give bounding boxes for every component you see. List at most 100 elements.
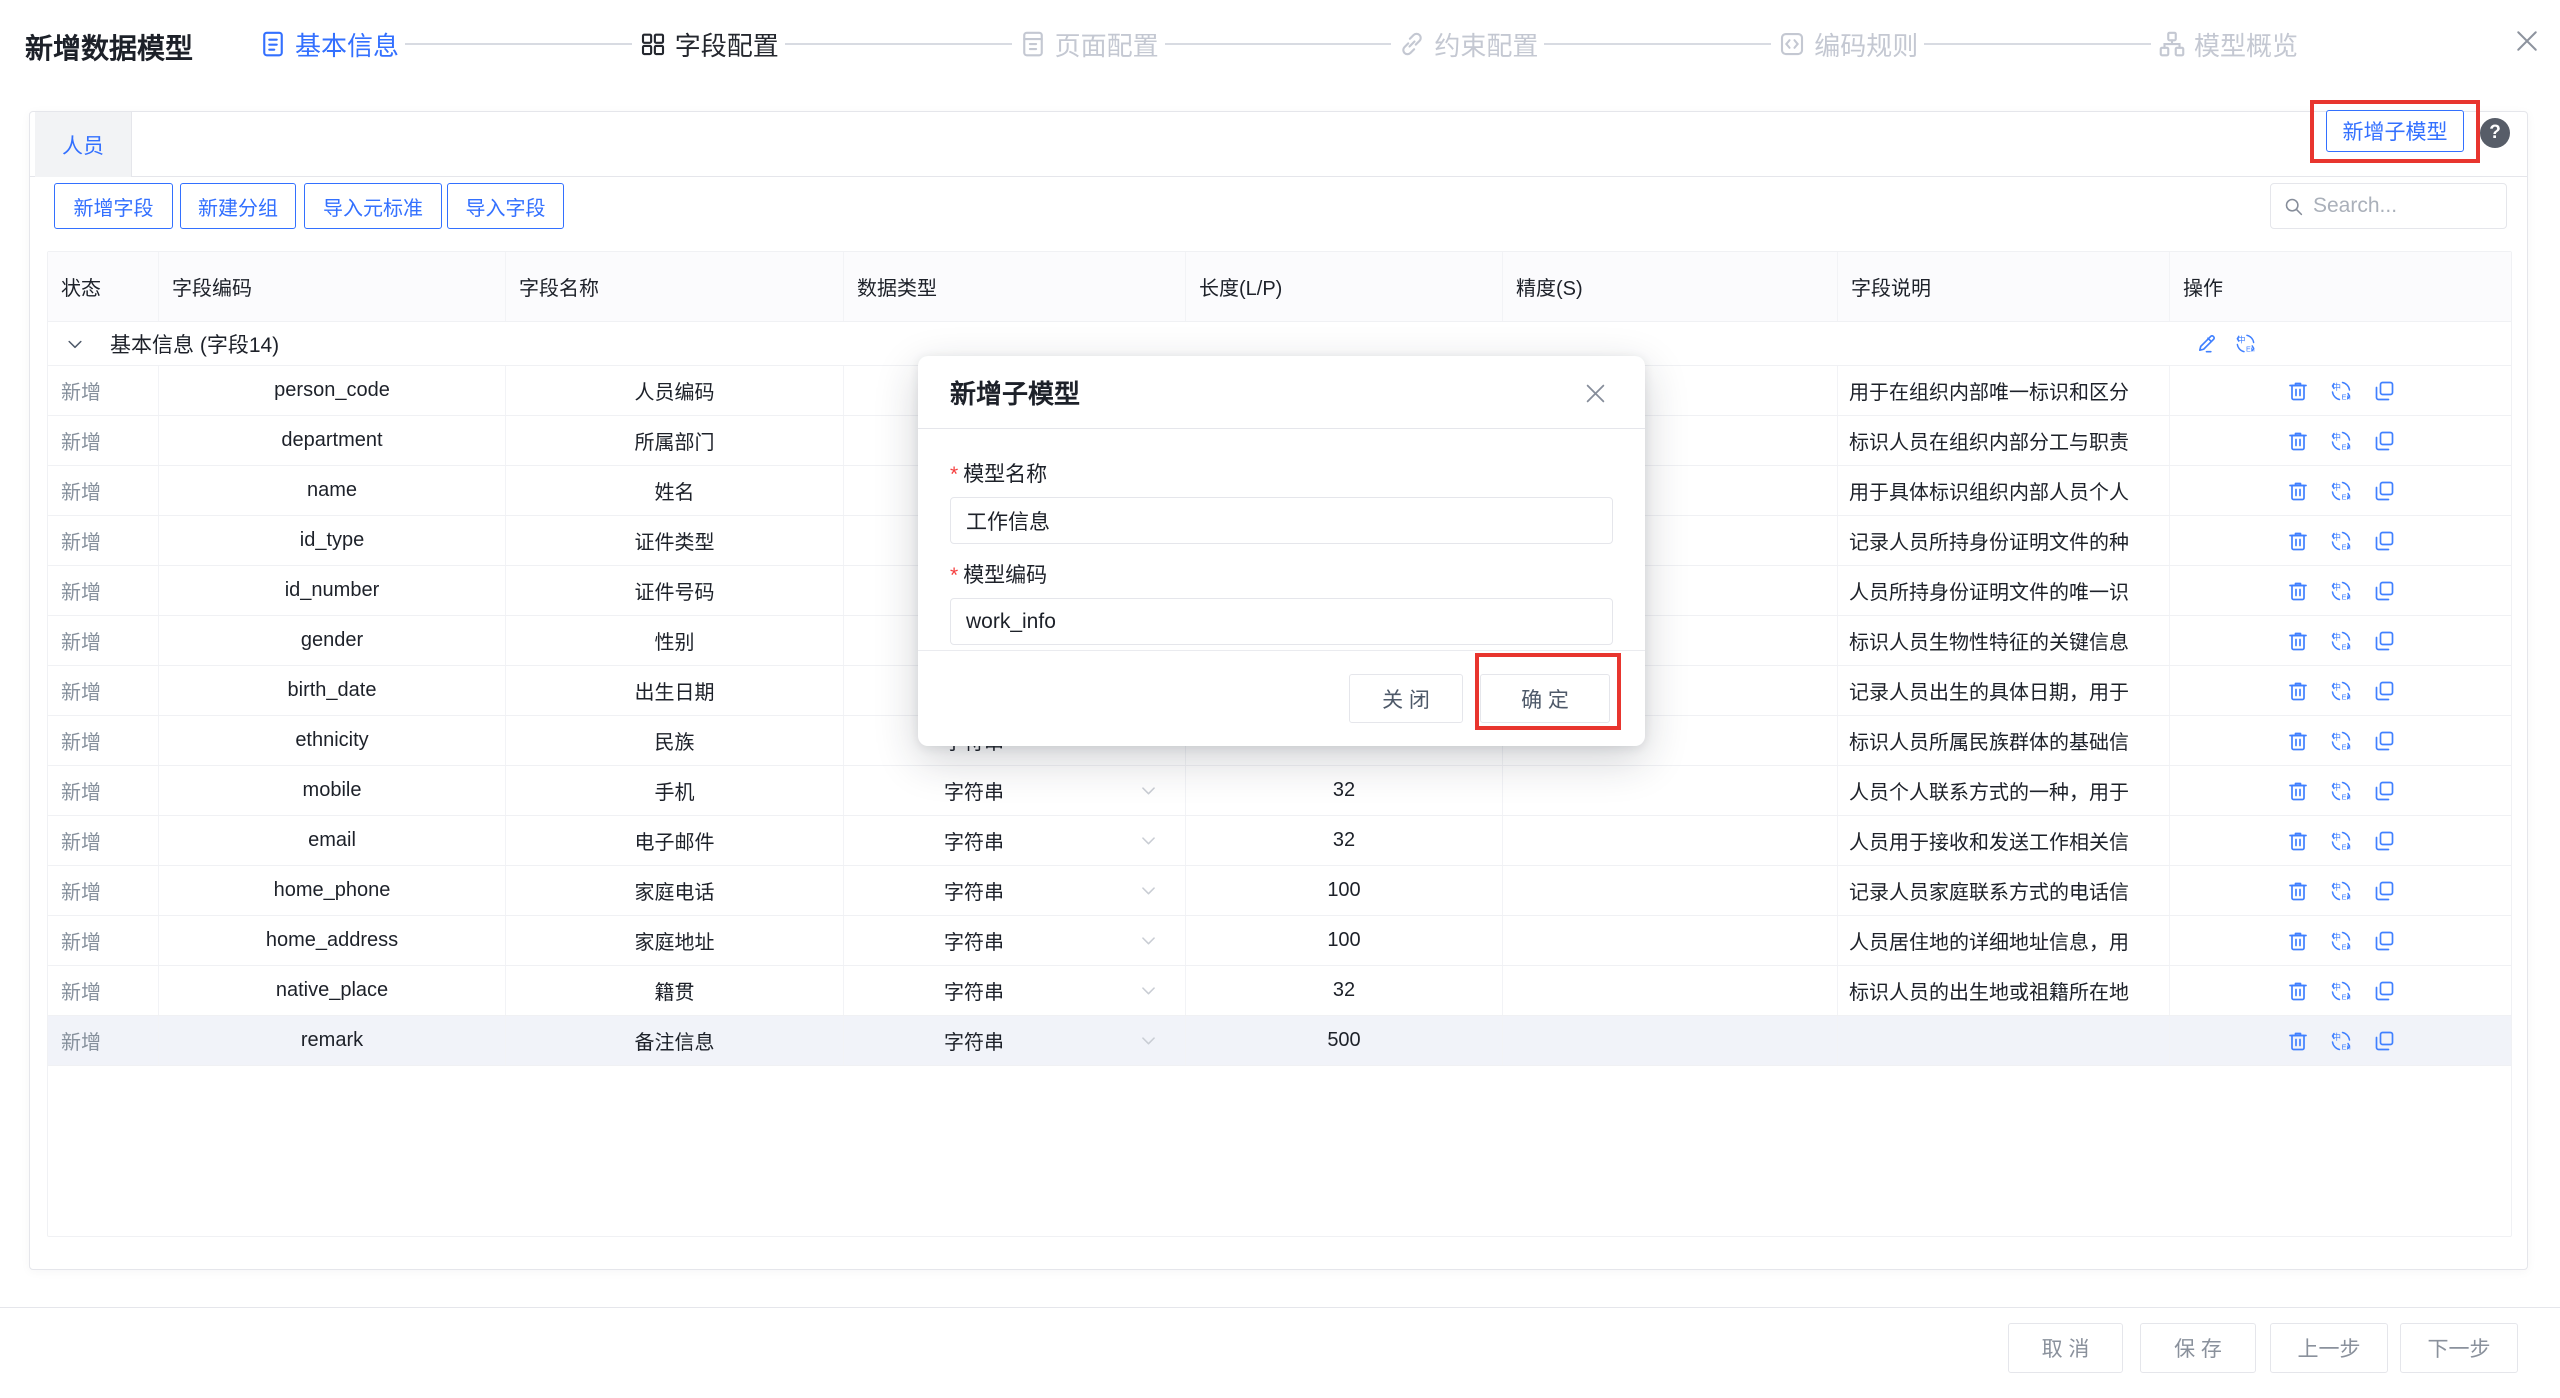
translate-icon[interactable]: 中En: [2329, 729, 2353, 753]
table-row[interactable]: 新增 home_address 家庭地址 字符串 100 人员居住地的详细地址信…: [48, 916, 2511, 966]
delete-icon[interactable]: [2286, 629, 2310, 653]
table-row[interactable]: 新增 native_place 籍贯 字符串 32 标识人员的出生地或祖籍所在地…: [48, 966, 2511, 1016]
copy-icon[interactable]: [2372, 479, 2396, 503]
translate-icon[interactable]: 中En: [2329, 829, 2353, 853]
data-type-cell: 字符串: [844, 1016, 1186, 1065]
data-type-select[interactable]: 字符串: [944, 1026, 1158, 1055]
step-4[interactable]: 约束配置: [1397, 26, 1538, 63]
tab-person[interactable]: 人员: [35, 112, 132, 177]
close-icon[interactable]: [2512, 26, 2542, 56]
copy-icon[interactable]: [2372, 829, 2396, 853]
status-cell: 新增: [48, 416, 159, 465]
copy-icon[interactable]: [2372, 529, 2396, 553]
modal-confirm-button[interactable]: 确 定: [1480, 674, 1610, 723]
page-title: 新增数据模型: [25, 27, 193, 67]
copy-icon[interactable]: [2372, 579, 2396, 603]
delete-icon[interactable]: [2286, 579, 2310, 603]
table-row[interactable]: 新增 remark 备注信息 字符串 500 中En: [48, 1016, 2511, 1066]
translate-icon[interactable]: 中En: [2329, 479, 2353, 503]
status-cell: 新增: [48, 1016, 159, 1065]
data-type-select[interactable]: 字符串: [944, 926, 1158, 955]
step-3[interactable]: 页面配置: [1018, 26, 1159, 63]
copy-icon[interactable]: [2372, 879, 2396, 903]
modal-close-icon[interactable]: [1582, 380, 1609, 407]
translate-icon[interactable]: 中En: [2329, 679, 2353, 703]
delete-icon[interactable]: [2286, 979, 2310, 1003]
field-name-cell: 姓名: [506, 466, 844, 515]
data-type-select[interactable]: 字符串: [944, 776, 1158, 805]
document-icon: [258, 29, 288, 59]
table-row[interactable]: 新增 email 电子邮件 字符串 32 人员用于接收和发送工作相关信 中En: [48, 816, 2511, 866]
model-name-label: *模型名称: [950, 458, 1613, 488]
delete-icon[interactable]: [2286, 529, 2310, 553]
data-type-cell: 字符串: [844, 766, 1186, 815]
field-desc-cell: 标识人员的出生地或祖籍所在地: [1838, 966, 2170, 1015]
translate-icon[interactable]: 中En: [2329, 929, 2353, 953]
status-cell: 新增: [48, 966, 159, 1015]
copy-icon[interactable]: [2372, 629, 2396, 653]
model-code-input[interactable]: [950, 598, 1613, 645]
model-name-input[interactable]: [950, 497, 1613, 544]
delete-icon[interactable]: [2286, 779, 2310, 803]
step-1[interactable]: 基本信息: [258, 26, 399, 63]
table-row[interactable]: 新增 home_phone 家庭电话 字符串 100 记录人员家庭联系方式的电话…: [48, 866, 2511, 916]
modal-close-button[interactable]: 关 闭: [1349, 674, 1463, 723]
copy-icon[interactable]: [2372, 929, 2396, 953]
copy-icon[interactable]: [2372, 779, 2396, 803]
delete-icon[interactable]: [2286, 1029, 2310, 1053]
copy-icon[interactable]: [2372, 679, 2396, 703]
search-input[interactable]: [2313, 194, 2494, 218]
chevron-down-icon[interactable]: [65, 334, 85, 354]
table-row[interactable]: 新增 mobile 手机 字符串 32 人员个人联系方式的一种，用于 中En: [48, 766, 2511, 816]
toolbar-button-4[interactable]: 导入字段: [447, 183, 564, 229]
step-2[interactable]: 字段配置: [638, 26, 779, 63]
data-type-select[interactable]: 字符串: [944, 876, 1158, 905]
step-connector: [785, 43, 1012, 45]
translate-icon[interactable]: 中En: [2329, 879, 2353, 903]
svg-text:En: En: [2341, 592, 2350, 601]
status-cell: 新增: [48, 816, 159, 865]
translate-icon[interactable]: 中En: [2329, 429, 2353, 453]
toolbar-button-1[interactable]: 新增字段: [54, 183, 173, 229]
footer-button-1[interactable]: 取 消: [2008, 1323, 2123, 1373]
translate-icon[interactable]: 中En: [2329, 579, 2353, 603]
data-type-select[interactable]: 字符串: [944, 976, 1158, 1005]
add-submodel-button[interactable]: 新增子模型: [2326, 110, 2464, 152]
delete-icon[interactable]: [2286, 379, 2310, 403]
translate-icon[interactable]: 中En: [2329, 629, 2353, 653]
field-name-cell: 民族: [506, 716, 844, 765]
footer-button-4[interactable]: 下一步: [2400, 1323, 2518, 1373]
delete-icon[interactable]: [2286, 679, 2310, 703]
delete-icon[interactable]: [2286, 929, 2310, 953]
step-6[interactable]: 模型概览: [2157, 26, 2298, 63]
delete-icon[interactable]: [2286, 429, 2310, 453]
copy-icon[interactable]: [2372, 979, 2396, 1003]
copy-icon[interactable]: [2372, 729, 2396, 753]
delete-icon[interactable]: [2286, 829, 2310, 853]
help-icon[interactable]: ?: [2480, 118, 2510, 148]
translate-icon[interactable]: 中En: [2329, 379, 2353, 403]
components-icon: [638, 29, 668, 59]
translate-group-icon[interactable]: 中En: [2234, 332, 2257, 355]
step-5[interactable]: 编码规则: [1777, 26, 1918, 63]
group-label: 基本信息 (字段14): [110, 329, 279, 359]
toolbar-button-2[interactable]: 新建分组: [180, 183, 296, 229]
copy-icon[interactable]: [2372, 429, 2396, 453]
translate-icon[interactable]: 中En: [2329, 529, 2353, 553]
delete-icon[interactable]: [2286, 479, 2310, 503]
table-header-row: 状态字段编码字段名称数据类型长度(L/P)精度(S)字段说明操作: [48, 252, 2511, 322]
footer-button-3[interactable]: 上一步: [2270, 1323, 2388, 1373]
translate-icon[interactable]: 中En: [2329, 1029, 2353, 1053]
copy-icon[interactable]: [2372, 1029, 2396, 1053]
translate-icon[interactable]: 中En: [2329, 779, 2353, 803]
field-name-cell: 家庭地址: [506, 916, 844, 965]
footer-button-2[interactable]: 保 存: [2140, 1323, 2256, 1373]
toolbar-button-3[interactable]: 导入元标准: [304, 183, 442, 229]
copy-icon[interactable]: [2372, 379, 2396, 403]
data-type-select[interactable]: 字符串: [944, 826, 1158, 855]
delete-icon[interactable]: [2286, 729, 2310, 753]
translate-icon[interactable]: 中En: [2329, 979, 2353, 1003]
edit-group-icon[interactable]: [2195, 332, 2218, 355]
field-code-cell: native_place: [159, 966, 506, 1015]
delete-icon[interactable]: [2286, 879, 2310, 903]
